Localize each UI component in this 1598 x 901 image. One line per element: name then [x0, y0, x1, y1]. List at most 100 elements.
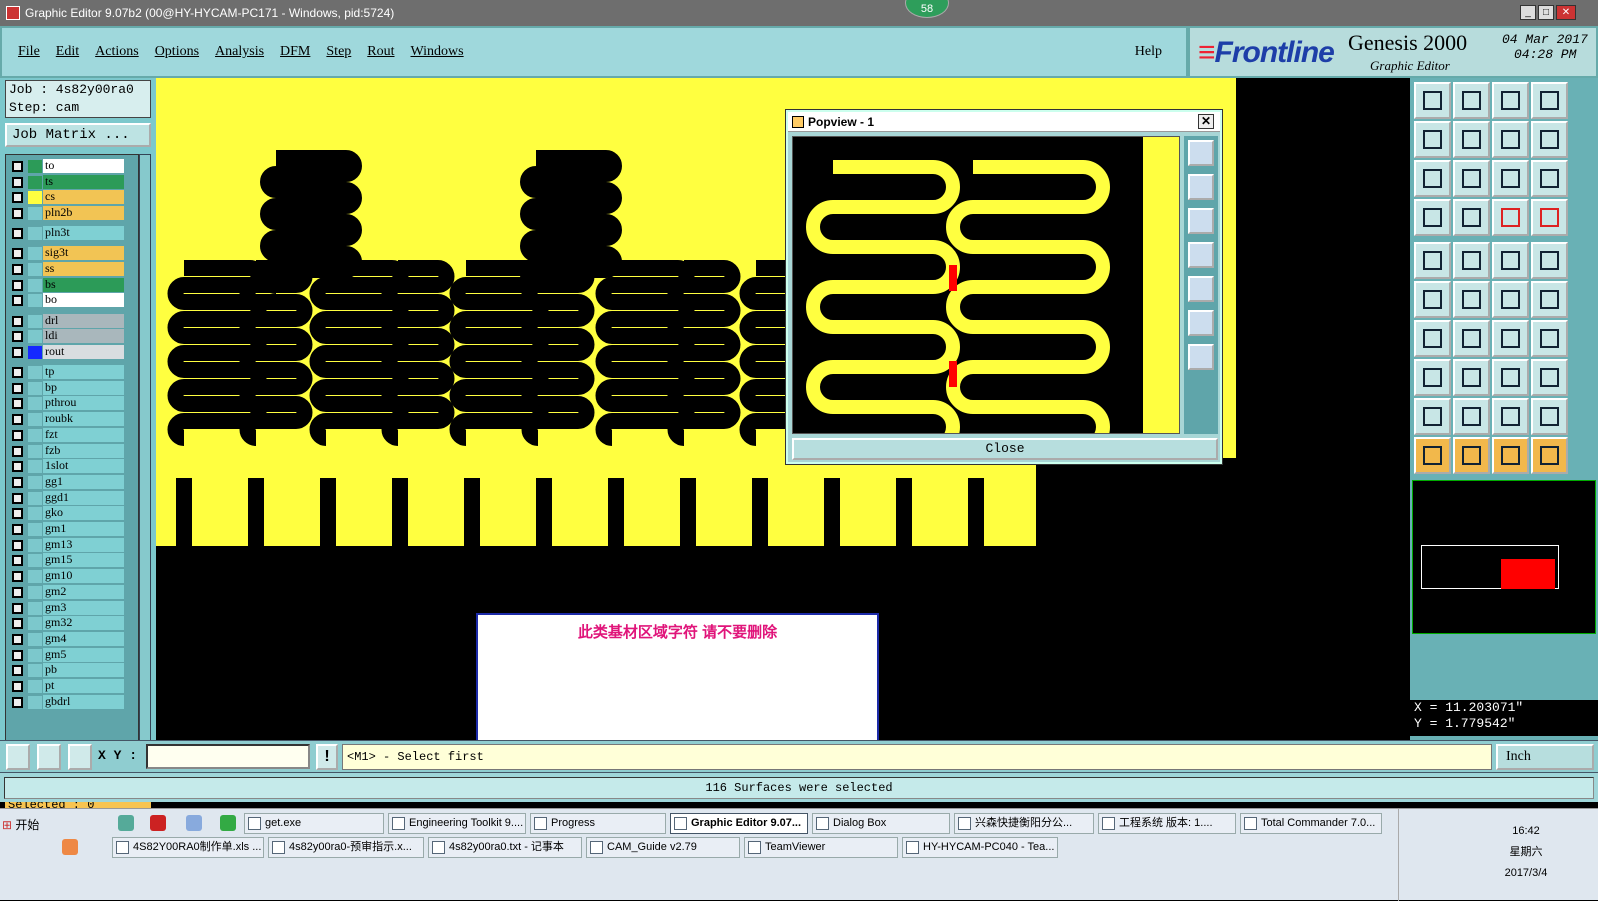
- layer-row-pb[interactable]: pb: [6, 663, 140, 678]
- layer-row-ss[interactable]: ss: [6, 262, 140, 276]
- layer-color-swatch[interactable]: [28, 491, 42, 505]
- undo-icon[interactable]: [1492, 320, 1529, 357]
- layer-color-swatch[interactable]: [28, 554, 42, 568]
- window-icon[interactable]: [1531, 82, 1568, 119]
- popview-pan-right-icon[interactable]: [1188, 276, 1214, 302]
- layer-checkbox[interactable]: [12, 192, 23, 204]
- ruler-icon[interactable]: [1492, 242, 1529, 279]
- task-8[interactable]: Total Commander 7.0...: [1240, 813, 1382, 834]
- popview-close-icon[interactable]: ✕: [1198, 114, 1214, 129]
- save-icon[interactable]: [1453, 82, 1490, 119]
- layer-checkbox[interactable]: [12, 555, 23, 567]
- layer-color-swatch[interactable]: [28, 413, 42, 427]
- layer-row-bs[interactable]: bs: [6, 277, 140, 292]
- layer-row-gm5[interactable]: gm5: [6, 647, 140, 662]
- arrow-a-icon[interactable]: [1453, 398, 1490, 435]
- resize-icon[interactable]: [1492, 359, 1529, 396]
- layer-color-swatch[interactable]: [28, 570, 42, 584]
- layer-checkbox[interactable]: [12, 476, 23, 488]
- layer-scrollbar[interactable]: [139, 154, 151, 786]
- layer-color-swatch[interactable]: [28, 601, 42, 615]
- layers-icon[interactable]: [1531, 199, 1568, 236]
- task-2[interactable]: Engineering Toolkit 9....: [388, 813, 526, 834]
- task-4[interactable]: Graphic Editor 9.07...: [670, 813, 808, 834]
- overview-map[interactable]: [1412, 480, 1596, 634]
- layer-color-swatch[interactable]: [28, 175, 42, 189]
- close-button[interactable]: ✕: [1556, 5, 1576, 20]
- layer-checkbox[interactable]: [12, 461, 23, 473]
- layer-checkbox[interactable]: [12, 346, 23, 358]
- pointer-multi-icon[interactable]: [1531, 437, 1568, 474]
- layer-checkbox[interactable]: [12, 331, 23, 343]
- task-row2-3[interactable]: 4s82y00ra0.txt - 记事本: [428, 837, 582, 858]
- pointer-icon[interactable]: [1414, 437, 1451, 474]
- task-5[interactable]: Dialog Box: [812, 813, 950, 834]
- task-3[interactable]: Progress: [530, 813, 666, 834]
- layer-row-fzt[interactable]: fzt: [6, 427, 140, 442]
- layer-checkbox[interactable]: [12, 414, 23, 426]
- color-icon[interactable]: [1453, 242, 1490, 279]
- task-7[interactable]: 工程系统 版本: 1....: [1098, 813, 1236, 834]
- layer-row-rout[interactable]: rout: [6, 344, 140, 359]
- popview-pan-left-icon[interactable]: [1188, 242, 1214, 268]
- layer-row-roubk[interactable]: roubk: [6, 412, 140, 427]
- move-left-icon[interactable]: [1414, 121, 1451, 158]
- task-row2-1[interactable]: 4S82Y00RA0制作单.xls ...: [112, 837, 264, 858]
- menu-rout[interactable]: Rout: [367, 44, 394, 60]
- layer-row-gm2[interactable]: gm2: [6, 584, 140, 599]
- layer-row-pthrou[interactable]: pthrou: [6, 396, 140, 411]
- start-button[interactable]: ⊞ 开始: [2, 815, 48, 835]
- home-icon[interactable]: [1492, 82, 1529, 119]
- menu-edit[interactable]: Edit: [56, 44, 79, 60]
- layer-row-pln3t[interactable]: pln3t: [6, 226, 140, 241]
- layer-color-swatch[interactable]: [28, 366, 42, 379]
- layer-row-ggd1[interactable]: ggd1: [6, 490, 140, 505]
- layer-color-swatch[interactable]: [28, 345, 42, 359]
- layer-color-swatch[interactable]: [28, 263, 42, 276]
- layer-color-swatch[interactable]: [28, 695, 42, 709]
- layer-color-swatch[interactable]: [28, 507, 42, 521]
- layer-checkbox[interactable]: [12, 315, 23, 327]
- connect-icon[interactable]: [1492, 281, 1529, 318]
- layer-row-gm4[interactable]: gm4: [6, 631, 140, 646]
- layer-checkbox[interactable]: [12, 696, 23, 708]
- layer-color-swatch[interactable]: [28, 294, 42, 308]
- task-6[interactable]: 兴森快捷衡阳分公...: [954, 813, 1094, 834]
- layer-row-gm10[interactable]: gm10: [6, 569, 140, 584]
- layer-checkbox[interactable]: [12, 539, 23, 551]
- nodes-icon[interactable]: [1414, 281, 1451, 318]
- layer-color-swatch[interactable]: [28, 538, 42, 552]
- task-row2-2[interactable]: 4s82y00ra0-预审指示.x...: [268, 837, 424, 858]
- task-row2-4[interactable]: CAM_Guide v2.79: [586, 837, 740, 858]
- layer-row-drl[interactable]: drl: [6, 313, 140, 328]
- layer-color-swatch[interactable]: [28, 648, 42, 662]
- arrow-c-icon[interactable]: [1531, 398, 1568, 435]
- layer-color-swatch[interactable]: [28, 617, 42, 631]
- layer-checkbox[interactable]: [12, 618, 23, 630]
- layer-color-swatch[interactable]: [28, 397, 42, 411]
- ff-icon[interactable]: [1531, 320, 1568, 357]
- pointer-select-icon[interactable]: [1453, 437, 1490, 474]
- grid-icon[interactable]: [68, 744, 92, 770]
- layer-row-fzb[interactable]: fzb: [6, 443, 140, 458]
- line-icon[interactable]: [1453, 320, 1490, 357]
- layer-checkbox[interactable]: [12, 382, 23, 394]
- layer-row-to[interactable]: to: [6, 159, 140, 173]
- layer-row-gbdrl[interactable]: gbdrl: [6, 694, 140, 709]
- layer-row-gm15[interactable]: gm15: [6, 553, 140, 568]
- task-1[interactable]: get.exe: [244, 813, 384, 834]
- menu-step[interactable]: Step: [326, 44, 351, 60]
- layer-checkbox[interactable]: [12, 649, 23, 661]
- open-icon[interactable]: [1414, 82, 1451, 119]
- layer-row-gko[interactable]: gko: [6, 506, 140, 521]
- layer-color-swatch[interactable]: [28, 632, 42, 646]
- layer-row-bp[interactable]: bp: [6, 380, 140, 395]
- pointer-box-icon[interactable]: [1492, 437, 1529, 474]
- layer-row-ts[interactable]: ts: [6, 174, 140, 189]
- layer-checkbox[interactable]: [12, 161, 23, 172]
- link-icon[interactable]: [1531, 281, 1568, 318]
- calculator-icon[interactable]: [186, 815, 202, 831]
- layer-checkbox[interactable]: [12, 398, 23, 410]
- zoom-fit-icon[interactable]: [1414, 160, 1451, 197]
- layer-color-swatch[interactable]: [28, 207, 42, 221]
